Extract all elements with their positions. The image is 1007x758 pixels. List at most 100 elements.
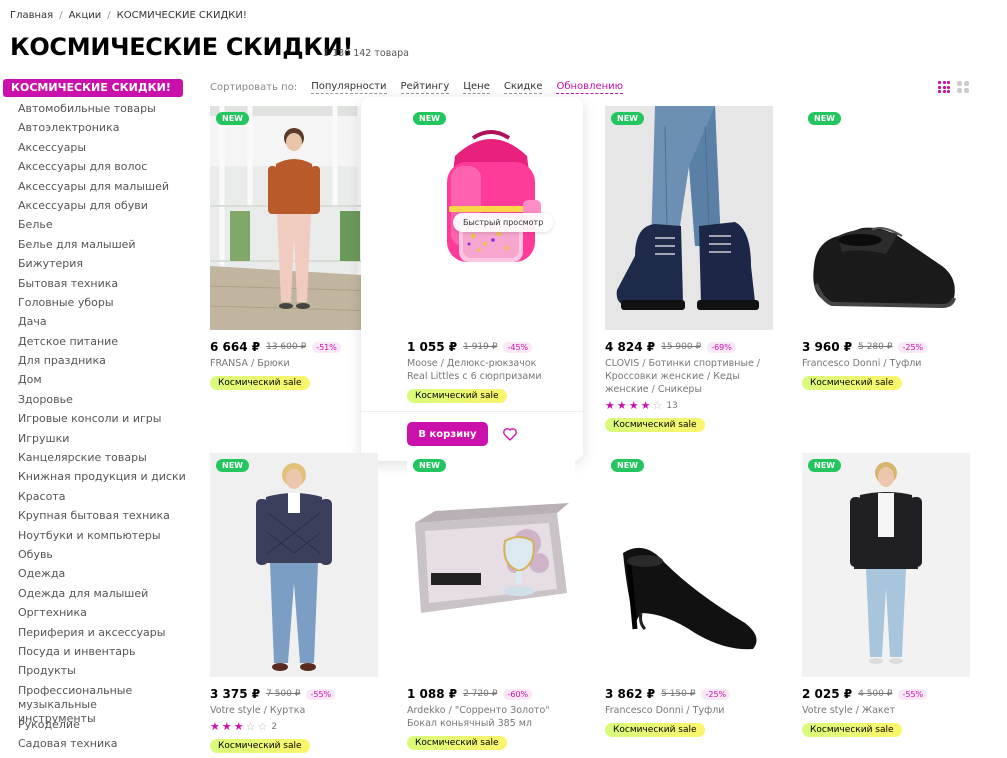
category-sidebar: КОСМИЧЕСКИЕ СКИДКИ! Автомобильные товары…	[3, 79, 186, 754]
product-image[interactable]: NEW	[605, 106, 773, 330]
product-image[interactable]: NEW	[802, 453, 970, 677]
discount-badge: -69%	[707, 341, 736, 353]
product-image[interactable]: NEW	[605, 453, 773, 677]
sidebar-item[interactable]: Игрушки	[3, 429, 183, 448]
sort-option-rating[interactable]: Рейтингу	[400, 81, 450, 94]
sidebar-item[interactable]: Периферия и аксессуары	[3, 623, 183, 642]
star-filled-icon: ★	[616, 399, 627, 412]
product-card[interactable]: NEW 6 664 ₽ 13 600 ₽ -51% FRANSA / Брюки…	[210, 106, 378, 390]
product-brand-name[interactable]: Moose / Делюкс-рюкзачок Real Littles с 6…	[407, 357, 555, 383]
sort-option-price[interactable]: Цене	[463, 81, 490, 94]
product-brand-name[interactable]: CLOVIS / Ботинки спортивные / Кроссовки …	[605, 357, 773, 396]
sidebar-item[interactable]: Дом	[3, 370, 183, 389]
product-card[interactable]: NEW 3 960 ₽ 5 280 ₽ -25% Francesco Donni…	[802, 106, 970, 390]
sidebar-item[interactable]: Для праздника	[3, 351, 183, 370]
sidebar-item[interactable]: Головные уборы	[3, 293, 183, 312]
discount-badge: -25%	[898, 341, 928, 353]
sidebar-item[interactable]: Автоэлектроника	[3, 118, 183, 137]
breadcrumb-home[interactable]: Главная	[10, 10, 53, 21]
product-brand-name[interactable]: Francesco Donni / Туфли	[802, 357, 970, 370]
product-price: 3 960 ₽	[802, 340, 853, 354]
new-badge: NEW	[611, 459, 644, 472]
product-old-price: 1 919 ₽	[463, 342, 498, 352]
rating-stars: ★ ★ ★ ☆ ☆ 2	[210, 720, 378, 733]
sidebar-item[interactable]: Игровые консоли и игры	[3, 409, 183, 428]
sidebar-item[interactable]: Бижутерия	[3, 254, 183, 273]
product-brand-name[interactable]: Votre style / Куртка	[210, 704, 378, 717]
product-card[interactable]: NEW 1 088 ₽ 2 720 ₽ -60% Ardekko / "Сорр…	[407, 453, 575, 750]
add-to-cart-button[interactable]: В корзину	[407, 422, 488, 446]
product-brand-name[interactable]: FRANSA / Брюки	[210, 357, 378, 370]
sort-label: Сортировать по:	[210, 82, 298, 93]
product-image[interactable]: NEW	[407, 453, 575, 677]
sidebar-item[interactable]: Посуда и инвентарь	[3, 642, 183, 661]
sidebar-item[interactable]: Детское питание	[3, 332, 183, 351]
quick-view-button[interactable]: Быстрый просмотр	[453, 213, 554, 232]
product-old-price: 5 150 ₽	[661, 689, 696, 699]
new-badge: NEW	[413, 459, 446, 472]
star-filled-icon: ★	[605, 399, 615, 412]
product-image[interactable]: NEW	[210, 106, 378, 330]
sidebar-item[interactable]: Аксессуары для волос	[3, 157, 183, 176]
sale-badge: Космический sale	[407, 736, 507, 750]
grid-large-icon[interactable]	[957, 81, 969, 93]
sidebar-item[interactable]: Канцелярские товары	[3, 448, 183, 467]
sidebar-item[interactable]: Здоровье	[3, 390, 183, 409]
sidebar-item[interactable]: Бытовая техника	[3, 274, 183, 293]
sort-option-discount[interactable]: Скидке	[503, 81, 543, 94]
star-empty-icon: ☆	[245, 720, 256, 733]
sidebar-item[interactable]: Одежда	[3, 564, 183, 583]
sidebar-item[interactable]: Оргтехника	[3, 603, 183, 622]
product-brand-name[interactable]: Francesco Donni / Туфли	[605, 704, 773, 717]
rating-stars: ★ ★ ★ ★ ☆ 13	[605, 399, 773, 412]
sidebar-item[interactable]: Белье	[3, 215, 183, 234]
sidebar-item-active[interactable]: КОСМИЧЕСКИЕ СКИДКИ!	[3, 79, 183, 97]
breadcrumb-separator: /	[107, 10, 111, 21]
sort-option-popularity[interactable]: Популярности	[311, 81, 387, 94]
sort-option-update[interactable]: Обновлению	[556, 81, 624, 94]
sidebar-item[interactable]: Красота	[3, 487, 183, 506]
discount-badge: -45%	[503, 341, 533, 353]
product-brand-name[interactable]: Ardekko / "Сорренто Золото" Бокал коньяч…	[407, 704, 575, 730]
sidebar-item[interactable]: Ноутбуки и компьютеры	[3, 526, 183, 545]
discount-badge: -55%	[898, 688, 928, 700]
sidebar-item[interactable]: Автомобильные товары	[3, 99, 183, 118]
product-card[interactable]: NEW 3 862 ₽ 5 150 ₽ -25% Francesco Donni…	[605, 453, 773, 737]
product-card[interactable]: NEW 4 824 ₽ 15 900 ₽ -69% CLOVIS / Ботин…	[605, 106, 773, 432]
sidebar-item[interactable]: Аксессуары	[3, 138, 183, 157]
product-card[interactable]: NEW Быстрый просмотр 1 055 ₽ 1 919 ₽ -45…	[361, 97, 583, 461]
sidebar-item[interactable]: Профессиональные музыкальные инструменты	[3, 681, 173, 725]
breadcrumb-promotions[interactable]: Акции	[69, 10, 102, 21]
sidebar-item[interactable]: Книжная продукция и диски	[3, 467, 186, 486]
breadcrumb-separator: /	[59, 10, 63, 21]
grid-small-icon[interactable]	[938, 81, 950, 93]
product-old-price: 4 500 ₽	[858, 689, 893, 699]
product-price: 2 025 ₽	[802, 687, 853, 701]
sidebar-item[interactable]: Продукты	[3, 661, 183, 680]
sidebar-item[interactable]: Одежда для малышей	[3, 584, 183, 603]
discount-badge: -60%	[503, 688, 533, 700]
review-count[interactable]: 2	[271, 722, 277, 732]
sidebar-item[interactable]: Аксессуары для обуви	[3, 196, 183, 215]
sale-badge: Космический sale	[210, 739, 310, 753]
product-price: 1 088 ₽	[407, 687, 458, 701]
sidebar-item[interactable]: Дача	[3, 312, 183, 331]
product-image[interactable]: NEW	[210, 453, 378, 677]
product-image[interactable]: NEW Быстрый просмотр	[407, 106, 575, 330]
review-count[interactable]: 13	[666, 401, 677, 411]
discount-badge: -25%	[701, 688, 731, 700]
sidebar-item[interactable]: Белье для малышей	[3, 235, 183, 254]
product-old-price: 2 720 ₽	[463, 689, 498, 699]
sale-badge: Космический sale	[605, 723, 705, 737]
product-brand-name[interactable]: Votre style / Жакет	[802, 704, 970, 717]
product-card[interactable]: NEW 3 375 ₽ 7 500 ₽ -55% Votre style / К…	[210, 453, 378, 753]
sidebar-item[interactable]: Обувь	[3, 545, 183, 564]
product-image[interactable]: NEW	[802, 106, 970, 330]
star-filled-icon: ★	[221, 720, 232, 733]
sidebar-item[interactable]: Аксессуары для малышей	[3, 177, 183, 196]
product-card[interactable]: NEW 2 025 ₽ 4 500 ₽ -55% Votre style / Ж…	[802, 453, 970, 737]
heart-icon[interactable]	[502, 426, 518, 442]
star-filled-icon: ★	[233, 720, 244, 733]
sidebar-item[interactable]: Садовая техника	[3, 734, 183, 753]
sidebar-item[interactable]: Крупная бытовая техника	[3, 506, 183, 525]
